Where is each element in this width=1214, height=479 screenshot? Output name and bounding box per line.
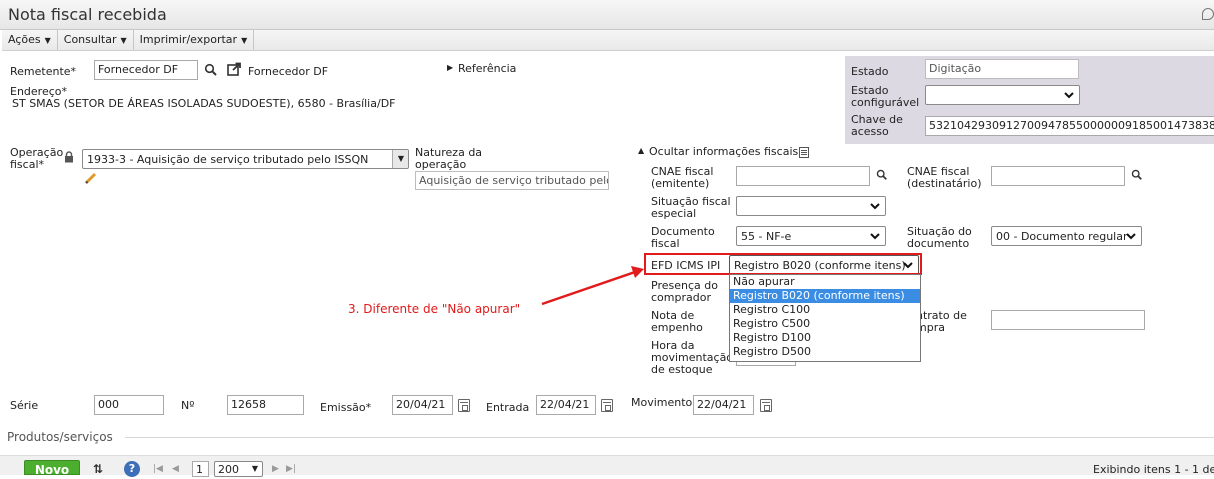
numero-input[interactable]: 12658 [227, 395, 304, 415]
situacao-especial-label-2: especial [651, 207, 697, 220]
remetente-label: Remetente* [10, 65, 77, 78]
emissao-input[interactable]: 20/04/21 [392, 395, 453, 415]
highlight-box [644, 253, 922, 275]
search-icon[interactable] [1131, 169, 1143, 181]
efd-options-list: Não apurar Registro B020 (conforme itens… [729, 274, 921, 362]
documento-fiscal-select[interactable]: 55 - NF-e [736, 226, 886, 246]
estado-label: Estado [851, 65, 889, 78]
page-size-value: 200 [218, 463, 239, 476]
menu-imprimir-exportar[interactable]: Imprimir/exportar ▼ [134, 30, 255, 50]
first-page-icon[interactable]: |◀ [153, 464, 163, 474]
next-page-icon[interactable]: ▶ [272, 464, 279, 474]
window-title-bar: Nota fiscal recebida [0, 0, 1214, 30]
action-menu-bar: Ações ▼ Consultar ▼ Imprimir/exportar ▼ [2, 30, 1214, 51]
numero-label: Nº [181, 399, 195, 412]
operacao-label-2: fiscal* [10, 158, 45, 171]
situacao-documento-label-2: documento [907, 237, 970, 250]
remetente-input[interactable]: Fornecedor DF [94, 60, 198, 80]
sort-icon[interactable]: ⇅ [93, 462, 103, 476]
dropdown-triangle-icon: ▼ [44, 36, 51, 45]
efd-option[interactable]: Registro C500 [730, 317, 920, 331]
dropdown-triangle-icon: ▼ [120, 36, 127, 45]
chevron-down-icon [1126, 233, 1136, 240]
remetente-link[interactable]: Fornecedor DF [248, 66, 328, 78]
efd-option[interactable]: Registro D500 [730, 345, 920, 359]
documento-fiscal-label-2: fiscal [651, 237, 680, 250]
estado-configuravel-select[interactable] [925, 85, 1080, 105]
cnae-emitente-input[interactable] [736, 166, 870, 186]
chevron-down-icon [1064, 92, 1074, 99]
calendar-icon[interactable] [601, 399, 613, 412]
novo-button[interactable]: Novo [24, 460, 80, 477]
situacao-especial-select[interactable] [736, 196, 886, 216]
efd-option[interactable]: Não apurar [730, 275, 920, 289]
search-icon[interactable] [876, 169, 888, 181]
chevron-down-icon [870, 233, 880, 240]
edit-pencil-icon[interactable] [84, 171, 98, 185]
menu-acoes[interactable]: Ações ▼ [2, 30, 58, 50]
efd-option[interactable]: Registro C100 [730, 303, 920, 317]
referencia-toggle[interactable]: Referência [458, 63, 516, 75]
documento-fiscal-value: 55 - NF-e [741, 230, 792, 243]
estado-field: Digitação [925, 59, 1079, 79]
cnae-destinatario-input[interactable] [991, 166, 1125, 186]
menu-consultar[interactable]: Consultar ▼ [58, 30, 134, 50]
estado-configuravel-label-2: configurável [851, 96, 920, 109]
movimento-label: Movimento [631, 396, 693, 409]
annotation-text: 3. Diferente de "Não apurar" [348, 302, 521, 316]
annotation-arrow [541, 266, 644, 306]
document-list-icon[interactable] [799, 147, 809, 158]
hora-movimentacao-label-3: de estoque [651, 363, 713, 376]
cnae-destinatario-label-2: (destinatário) [907, 177, 982, 190]
collapse-triangle-icon[interactable]: ▲ [638, 146, 644, 155]
menu-imprimir-label: Imprimir/exportar [139, 33, 238, 46]
produtos-servicos-heading: Produtos/serviços [7, 430, 113, 444]
menu-consultar-label: Consultar [63, 33, 117, 46]
entrada-label: Entrada [486, 401, 530, 414]
comment-icon[interactable] [1202, 8, 1214, 20]
serie-label: Série [10, 399, 39, 412]
movimento-input[interactable]: 22/04/21 [693, 395, 754, 415]
nota-empenho-label-2: empenho [651, 321, 703, 334]
previous-page-icon[interactable]: ◀ [172, 464, 179, 474]
efd-option[interactable]: Registro D100 [730, 331, 920, 345]
dropdown-triangle-icon: ▼ [251, 464, 258, 473]
situacao-documento-value: 00 - Documento regular [996, 230, 1128, 243]
lock-icon [65, 151, 73, 163]
entrada-input[interactable]: 22/04/21 [536, 395, 596, 415]
section-divider [125, 437, 1214, 438]
dropdown-triangle-icon: ▼ [397, 154, 404, 163]
chave-acesso-label-2: acesso [851, 125, 889, 138]
expand-triangle-icon[interactable]: ▶ [447, 63, 453, 72]
ocultar-informacoes-toggle[interactable]: Ocultar informações fiscais [649, 146, 798, 158]
endereco-value: ST SMAS (SETOR DE ÁREAS ISOLADAS SUDOEST… [12, 97, 396, 110]
search-icon[interactable] [204, 63, 218, 77]
serie-input[interactable]: 000 [94, 395, 164, 415]
cnae-emitente-label-2: (emitente) [651, 177, 710, 190]
operacao-fiscal-value: 1933-3 - Aquisição de serviço tributado … [87, 153, 369, 166]
exibindo-itens-text: Exibindo itens 1 - 1 de [1093, 463, 1214, 476]
contrato-compra-input[interactable] [991, 310, 1145, 330]
situacao-documento-select[interactable]: 00 - Documento regular [991, 226, 1142, 246]
window-title: Nota fiscal recebida [8, 5, 167, 24]
open-external-icon[interactable] [227, 62, 242, 77]
operacao-fiscal-select[interactable]: 1933-3 - Aquisição de serviço tributado … [82, 149, 409, 169]
menu-acoes-label: Ações [8, 33, 41, 46]
natureza-operacao-field[interactable]: Aquisição de serviço tributado pelo [415, 171, 609, 190]
presenca-comprador-label-2: comprador [651, 291, 711, 304]
emissao-label: Emissão* [320, 401, 372, 414]
dropdown-triangle-icon: ▼ [241, 36, 248, 45]
last-page-icon[interactable]: ▶| [286, 464, 296, 474]
chevron-down-icon [870, 203, 880, 210]
calendar-icon[interactable] [458, 399, 470, 412]
natureza-label-2: operação [415, 158, 467, 171]
calendar-icon[interactable] [760, 399, 772, 412]
efd-option-selected[interactable]: Registro B020 (conforme itens) [730, 289, 920, 303]
grid-toolbar [0, 455, 1214, 475]
chave-acesso-field[interactable]: 5321042930912700947855000000918500147383… [925, 116, 1214, 136]
